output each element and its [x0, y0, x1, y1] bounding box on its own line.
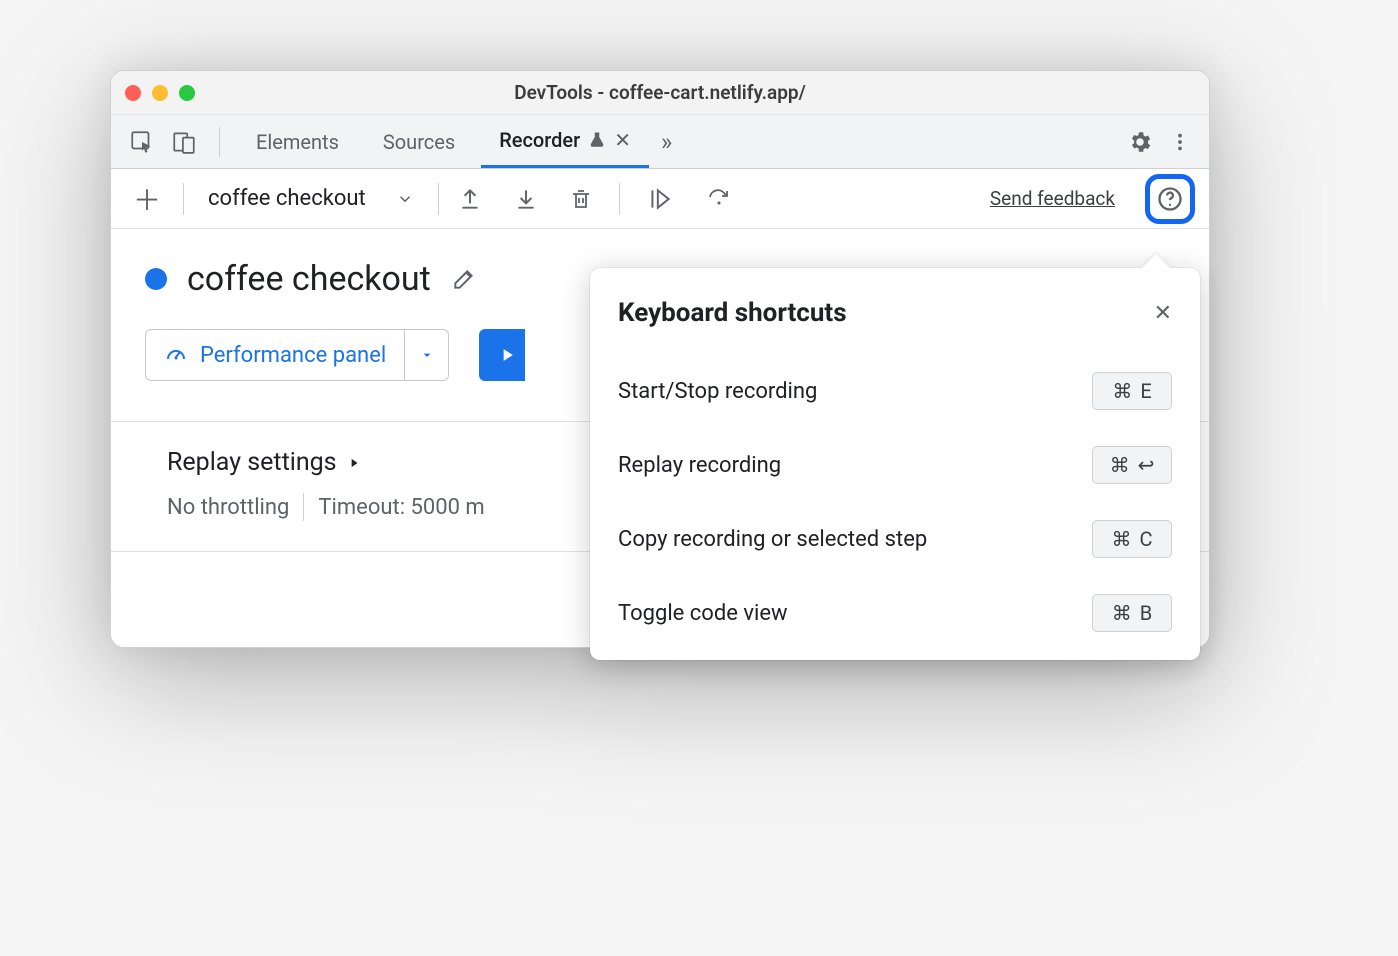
shortcut-label: Toggle code view [618, 601, 788, 626]
shortcut-key: ⌘ ↩ [1092, 446, 1172, 484]
edit-title-icon[interactable] [451, 266, 477, 292]
divider [219, 127, 220, 157]
shortcut-key: ⌘ E [1092, 372, 1172, 410]
shortcut-row: Copy recording or selected step ⌘ C [618, 520, 1172, 558]
shortcut-row: Replay recording ⌘ ↩ [618, 446, 1172, 484]
tab-sources[interactable]: Sources [365, 115, 473, 168]
main-tabs: Elements Sources Recorder ✕ » [111, 115, 1209, 169]
kebab-menu-icon[interactable] [1165, 127, 1195, 157]
timeout-value: Timeout: 5000 m [318, 495, 484, 520]
flask-icon [588, 131, 606, 149]
shortcut-key: ⌘ B [1092, 594, 1172, 632]
shortcut-label: Replay recording [618, 453, 781, 478]
more-tabs-icon[interactable]: » [657, 124, 676, 160]
step-play-icon[interactable] [642, 182, 678, 216]
settings-gear-icon[interactable] [1123, 125, 1157, 159]
help-button-highlight [1145, 174, 1195, 224]
perf-label: Performance panel [200, 343, 386, 368]
window-title: DevTools - coffee-cart.netlify.app/ [111, 81, 1209, 104]
shortcut-row: Toggle code view ⌘ B [618, 594, 1172, 632]
maximize-window-button[interactable] [179, 85, 195, 101]
close-window-button[interactable] [125, 85, 141, 101]
import-icon[interactable] [509, 182, 543, 216]
settings-heading: Replay settings [167, 448, 337, 477]
tab-recorder[interactable]: Recorder ✕ [481, 115, 649, 168]
divider [303, 493, 304, 521]
throttling-value: No throttling [167, 495, 289, 520]
new-recording-button[interactable]: ＋ [125, 179, 169, 219]
shortcut-key: ⌘ C [1092, 520, 1172, 558]
minimize-window-button[interactable] [152, 85, 168, 101]
delete-icon[interactable] [565, 182, 597, 216]
divider [438, 183, 439, 215]
tab-elements[interactable]: Elements [238, 115, 357, 168]
tab-label: Recorder [499, 128, 580, 152]
caret-right-icon [347, 454, 361, 472]
help-icon[interactable] [1156, 185, 1184, 213]
recording-title: coffee checkout [187, 259, 431, 299]
replay-button[interactable] [479, 329, 525, 381]
traffic-lights [125, 85, 195, 101]
close-popover-icon[interactable]: ✕ [1154, 301, 1172, 326]
gauge-icon [164, 343, 188, 367]
export-icon[interactable] [453, 182, 487, 216]
shortcut-label: Copy recording or selected step [618, 527, 927, 552]
close-tab-icon[interactable]: ✕ [614, 128, 631, 152]
divider [183, 183, 184, 215]
titlebar: DevTools - coffee-cart.netlify.app/ [111, 71, 1209, 115]
perf-dropdown-button[interactable] [405, 329, 449, 381]
shortcut-label: Start/Stop recording [618, 379, 817, 404]
chevron-down-icon[interactable] [386, 190, 424, 208]
device-toggle-icon[interactable] [167, 125, 201, 159]
inspect-icon[interactable] [125, 125, 159, 159]
recording-select[interactable]: coffee checkout [198, 186, 372, 211]
performance-panel-button[interactable]: Performance panel [145, 329, 405, 381]
keyboard-shortcuts-popover: Keyboard shortcuts ✕ Start/Stop recordin… [590, 268, 1200, 660]
replay-step-icon[interactable] [700, 183, 738, 215]
popover-title: Keyboard shortcuts [618, 298, 847, 328]
recording-status-dot [145, 268, 167, 290]
shortcut-row: Start/Stop recording ⌘ E [618, 372, 1172, 410]
send-feedback-link[interactable]: Send feedback [990, 187, 1115, 210]
recorder-toolbar: ＋ coffee checkout [111, 169, 1209, 229]
divider [619, 183, 620, 215]
